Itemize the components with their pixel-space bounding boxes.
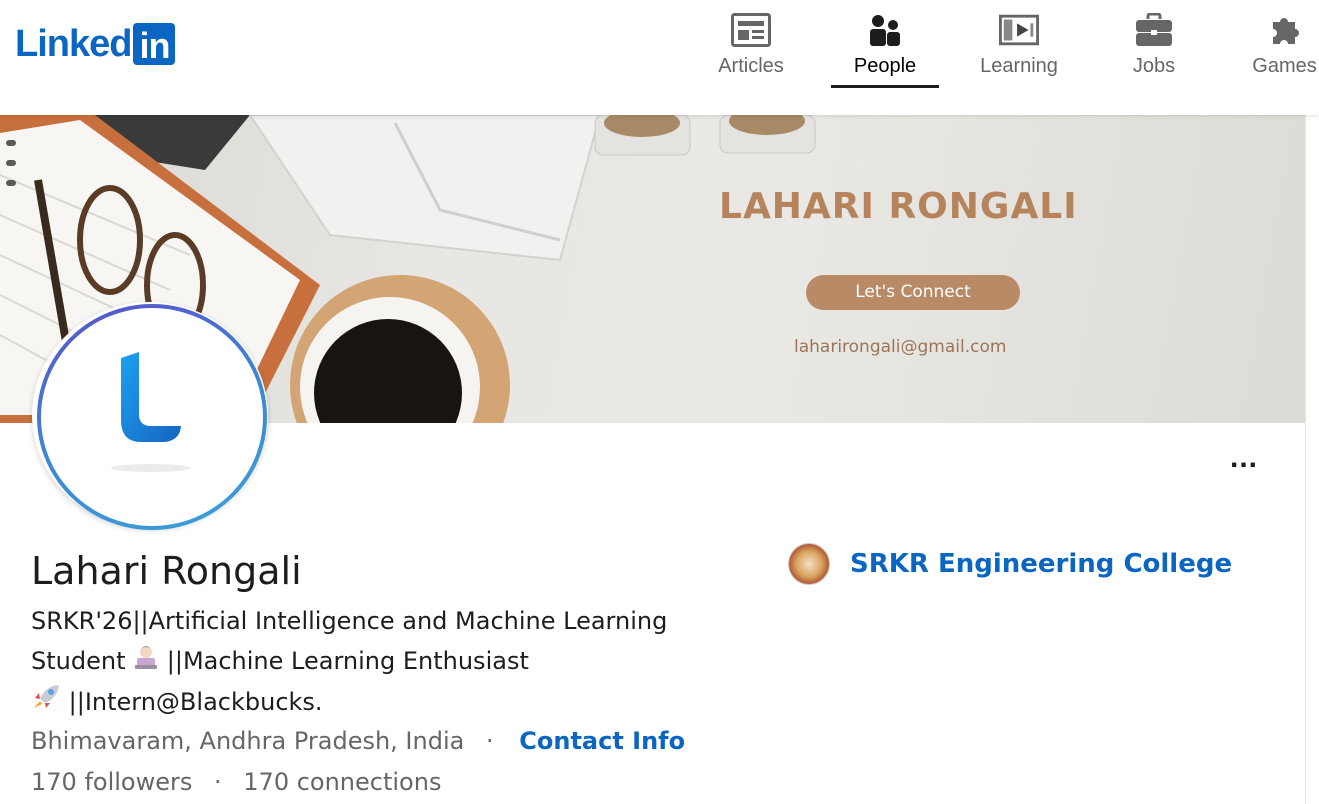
profile-photo[interactable] — [32, 302, 268, 528]
nav-label: Games — [1252, 55, 1317, 77]
headline-text: Student — [31, 647, 126, 675]
headline-line-2: Student ||Machine Learning Enthusiast — [31, 641, 671, 682]
banner-title: LAHARI RONGALI — [719, 186, 1078, 227]
jobs-icon — [1134, 12, 1174, 48]
nav-articles[interactable]: Articles — [706, 0, 796, 115]
games-icon — [1265, 12, 1305, 48]
more-options-button[interactable]: ... — [1222, 443, 1266, 478]
network-row: 170 followers · 170 connections — [31, 765, 441, 799]
connections-count[interactable]: 170 connections — [243, 768, 441, 796]
location-text: Bhimavaram, Andhra Pradesh, India — [31, 727, 465, 755]
location-row: Bhimavaram, Andhra Pradesh, India · Cont… — [31, 724, 685, 758]
banner-connect-badge: Let's Connect — [806, 275, 1020, 310]
profile-name: Lahari Rongali — [31, 549, 302, 593]
scrollbar[interactable] — [1305, 115, 1319, 804]
headline-text: ||Intern@Blackbucks. — [68, 688, 323, 716]
top-navigation-bar: Linked in Articles People Learning Jobs … — [0, 0, 1319, 115]
separator-dot: · — [485, 727, 494, 755]
active-tab-indicator — [831, 85, 939, 88]
profile-headline: SRKR'26||Artificial Intelligence and Mac… — [31, 601, 671, 723]
nav-label: Learning — [980, 55, 1058, 77]
school-logo-icon — [788, 543, 830, 585]
articles-icon — [731, 12, 771, 48]
school-name[interactable]: SRKR Engineering College — [850, 549, 1232, 579]
headline-line-3: ||Intern@Blackbucks. — [31, 682, 671, 723]
linkedin-logo[interactable]: Linked in — [15, 22, 176, 66]
nav-learning[interactable]: Learning — [970, 0, 1068, 115]
banner-email: laharirongali@gmail.com — [794, 337, 1007, 357]
nav-people[interactable]: People — [831, 0, 939, 115]
logo-box: in — [133, 23, 176, 66]
profile-photo-frame — [37, 304, 267, 530]
people-icon — [865, 12, 905, 48]
nav-games[interactable]: Games — [1250, 0, 1319, 115]
logo-text: Linked — [15, 23, 132, 65]
person-laptop-emoji-icon — [133, 642, 159, 682]
nav-label: Articles — [718, 55, 784, 77]
followers-count[interactable]: 170 followers — [31, 768, 192, 796]
headline-line-1: SRKR'26||Artificial Intelligence and Mac… — [31, 607, 668, 635]
l-logo-icon — [111, 352, 191, 472]
nav-jobs[interactable]: Jobs — [1110, 0, 1198, 115]
nav-label: People — [853, 55, 917, 77]
learning-icon — [999, 12, 1039, 48]
separator-dot: · — [214, 768, 222, 796]
contact-info-link[interactable]: Contact Info — [519, 727, 685, 755]
nav-label: Jobs — [1132, 55, 1176, 77]
rocket-emoji-icon — [31, 683, 61, 723]
headline-text: ||Machine Learning Enthusiast — [166, 647, 529, 675]
education-entry[interactable]: SRKR Engineering College — [788, 543, 1232, 585]
